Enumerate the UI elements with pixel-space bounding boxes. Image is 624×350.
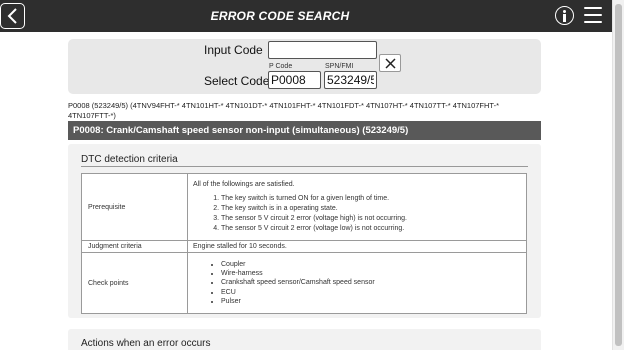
clear-button[interactable] [379, 54, 401, 72]
search-panel: Input Code P Code SPN/FMI Select Code [68, 39, 541, 94]
list-item: Wire-harness [221, 269, 521, 278]
pcode-label: P Code [269, 63, 293, 70]
input-code-field[interactable] [268, 41, 377, 59]
spn-fmi-label: SPN/FMI [325, 63, 354, 70]
judgment-value: Engine stalled for 10 seconds. [187, 240, 527, 253]
prerequisite-label: Prerequisite [81, 173, 188, 241]
list-item: ECU [221, 288, 521, 297]
checkpoints-label: Check points [81, 252, 188, 314]
condition-list: The key switch is turned ON for a given … [221, 194, 521, 234]
dtc-heading: P0008: Crank/Camshaft speed sensor non-i… [68, 121, 541, 140]
detection-criteria-section: DTC detection criteria Prerequisite All … [68, 144, 541, 318]
list-item: Coupler [221, 260, 521, 269]
checkpoints-value: Coupler Wire-harness Crankshaft speed se… [187, 252, 527, 314]
hamburger-menu-icon[interactable] [584, 7, 602, 24]
list-item: The sensor 5 V circuit 2 error (voltage … [221, 214, 521, 224]
prerequisite-value: All of the followings are satisfied. The… [187, 173, 527, 241]
applicable-models-text: P0008 (523249/5) (4TNV94FHT-* 4TN101HT-*… [68, 101, 499, 120]
divider [81, 166, 528, 167]
prerequisite-intro: All of the followings are satisfied. [193, 180, 295, 188]
close-icon [385, 58, 396, 69]
table-row: Prerequisite All of the followings are s… [81, 173, 527, 241]
info-icon[interactable] [555, 6, 574, 25]
list-item: Pulser [221, 297, 521, 306]
list-item: Crankshaft speed sensor/Camshaft speed s… [221, 278, 521, 287]
input-code-label: Input Code [204, 43, 263, 57]
scrollbar[interactable] [612, 0, 624, 350]
table-row: Judgment criteria Engine stalled for 10 … [81, 240, 527, 253]
list-item: The key switch is in a operating state. [221, 204, 521, 214]
page-title: ERROR CODE SEARCH [210, 9, 350, 23]
checkpoint-list: Coupler Wire-harness Crankshaft speed se… [221, 260, 521, 306]
select-code-label: Select Code [204, 74, 270, 88]
criteria-table: Prerequisite All of the followings are s… [81, 173, 527, 314]
actions-section: Actions when an error occurs [68, 329, 541, 350]
section-title: DTC detection criteria [81, 154, 178, 165]
spn-fmi-field[interactable] [324, 71, 377, 89]
section-title: Actions when an error occurs [81, 338, 211, 349]
pcode-field[interactable] [268, 71, 321, 89]
table-row: Check points Coupler Wire-harness Cranks… [81, 252, 527, 314]
scrollbar-thumb[interactable] [615, 4, 622, 346]
list-item: The sensor 5 V circuit 2 error (voltage … [221, 224, 521, 234]
judgment-label: Judgment criteria [81, 240, 188, 253]
app-header: ERROR CODE SEARCH [0, 0, 612, 32]
list-item: The key switch is turned ON for a given … [221, 194, 521, 204]
